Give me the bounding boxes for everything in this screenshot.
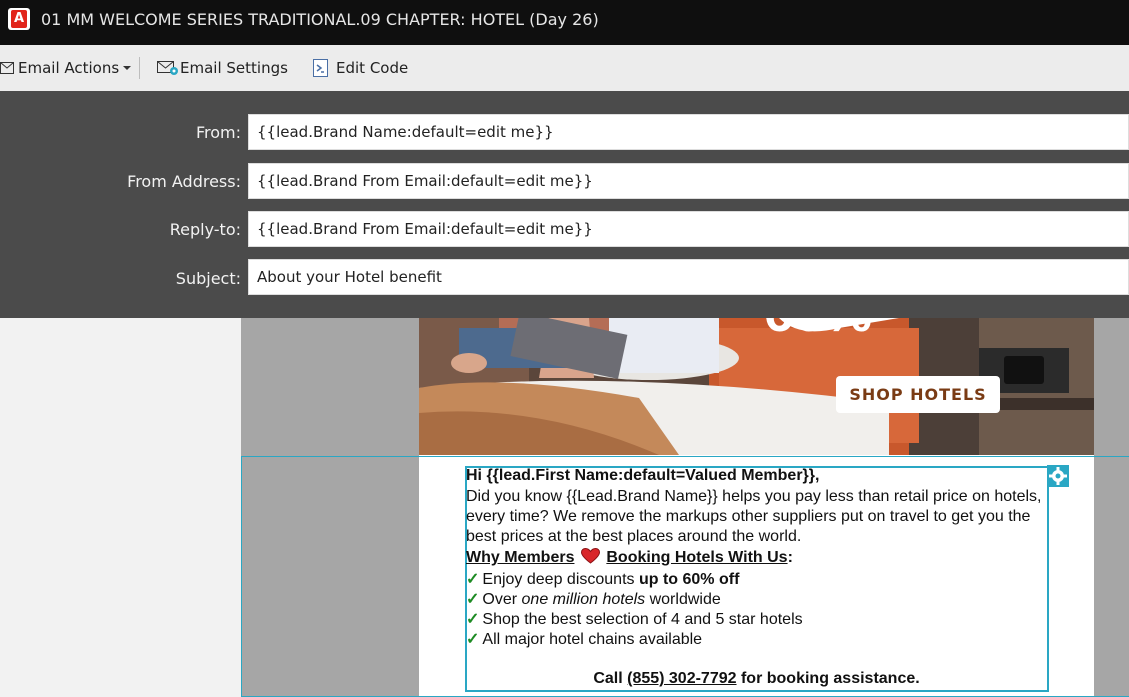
email-settings-label: Email Settings bbox=[180, 59, 288, 77]
email-header-panel: From: {{lead.Brand Name:default=edit me}… bbox=[0, 91, 1129, 318]
call-line: Call (855) 302-7792 for booking assistan… bbox=[466, 670, 1047, 688]
reply-to-field[interactable]: {{lead.Brand From Email:default=edit me}… bbox=[248, 211, 1129, 247]
checkmark-icon: ✓ bbox=[466, 571, 480, 588]
email-actions-menu[interactable]: Email Actions bbox=[0, 59, 132, 77]
intro-line-3: best prices at the best places around th… bbox=[466, 528, 802, 545]
shop-hotels-label: SHOP HOTELS bbox=[849, 385, 987, 404]
from-address-field[interactable]: {{lead.Brand From Email:default=edit me}… bbox=[248, 163, 1129, 199]
editor-canvas-margin bbox=[0, 318, 241, 697]
checkmark-icon: ✓ bbox=[466, 591, 480, 608]
subject-label: Subject: bbox=[175, 269, 241, 288]
subject-field[interactable]: About your Hotel benefit bbox=[248, 259, 1129, 295]
from-address-label: From Address: bbox=[127, 172, 241, 191]
toolbar: Email Actions Email Settings Edit Code bbox=[0, 45, 1129, 92]
benefit-1-bold: up to 60% off bbox=[638, 571, 740, 588]
call-text-b: for booking assistance. bbox=[736, 670, 920, 687]
hero-image[interactable]: 60% SHOP HOTELS bbox=[419, 318, 1094, 455]
edit-code-button[interactable]: Edit Code bbox=[313, 59, 408, 77]
benefit-3-text: Shop the best selection of 4 and 5 star … bbox=[482, 611, 803, 628]
adobe-logo-icon: A bbox=[8, 8, 30, 30]
caret-down-icon bbox=[123, 66, 132, 70]
benefit-3: ✓ Shop the best selection of 4 and 5 star… bbox=[466, 609, 1047, 629]
benefit-2-italic: one million hotels bbox=[521, 591, 646, 608]
benefit-1: ✓ Enjoy deep discounts up to 60% off bbox=[466, 569, 1047, 589]
benefit-2-text-a: Over bbox=[482, 591, 522, 608]
envelope-icon bbox=[0, 62, 14, 74]
envelope-gear-icon bbox=[157, 61, 178, 75]
edit-code-label: Edit Code bbox=[336, 59, 409, 77]
checkmark-icon: ✓ bbox=[466, 611, 480, 628]
heart-icon bbox=[580, 547, 600, 564]
gear-icon[interactable] bbox=[1047, 465, 1069, 487]
benefit-4: ✓ All major hotel chains available bbox=[466, 629, 1047, 649]
phone-link[interactable]: (855) 302-7792 bbox=[627, 670, 736, 687]
intro-line-1: Did you know {{Lead.Brand Name}} helps y… bbox=[466, 488, 1042, 505]
benefit-2-text-c: worldwide bbox=[645, 591, 721, 608]
toolbar-divider bbox=[139, 57, 140, 79]
code-file-icon bbox=[313, 59, 328, 77]
benefit-1-text: Enjoy deep discounts bbox=[482, 571, 639, 588]
title-bar: A 01 MM WELCOME SERIES TRADITIONAL.09 CH… bbox=[0, 0, 1129, 45]
benefit-2: ✓ Over one million hotels worldwide bbox=[466, 589, 1047, 609]
window-title: 01 MM WELCOME SERIES TRADITIONAL.09 CHAP… bbox=[41, 10, 599, 29]
call-text-a: Call bbox=[593, 670, 628, 687]
intro-line-2: every time? We remove the markups other … bbox=[466, 508, 1031, 525]
hero-headline-fragment: 60% bbox=[764, 318, 872, 343]
why-members-heading: Why Members Booking Hotels With Us: bbox=[466, 547, 1047, 567]
email-actions-label: Email Actions bbox=[18, 59, 120, 77]
reply-to-label: Reply-to: bbox=[169, 220, 241, 239]
checkmark-icon: ✓ bbox=[466, 631, 480, 648]
why-members-colon: : bbox=[787, 549, 793, 566]
why-members-b: Booking Hotels With Us bbox=[606, 549, 788, 566]
shop-hotels-button[interactable]: SHOP HOTELS bbox=[836, 376, 1000, 413]
from-label: From: bbox=[195, 123, 241, 142]
why-members-a: Why Members bbox=[466, 549, 575, 566]
greeting-text: Hi {{lead.First Name:default=Valued Memb… bbox=[466, 467, 820, 484]
email-settings-button[interactable]: Email Settings bbox=[157, 59, 288, 77]
benefit-4-text: All major hotel chains available bbox=[482, 631, 703, 648]
from-field[interactable]: {{lead.Brand Name:default=edit me}} bbox=[248, 114, 1129, 150]
